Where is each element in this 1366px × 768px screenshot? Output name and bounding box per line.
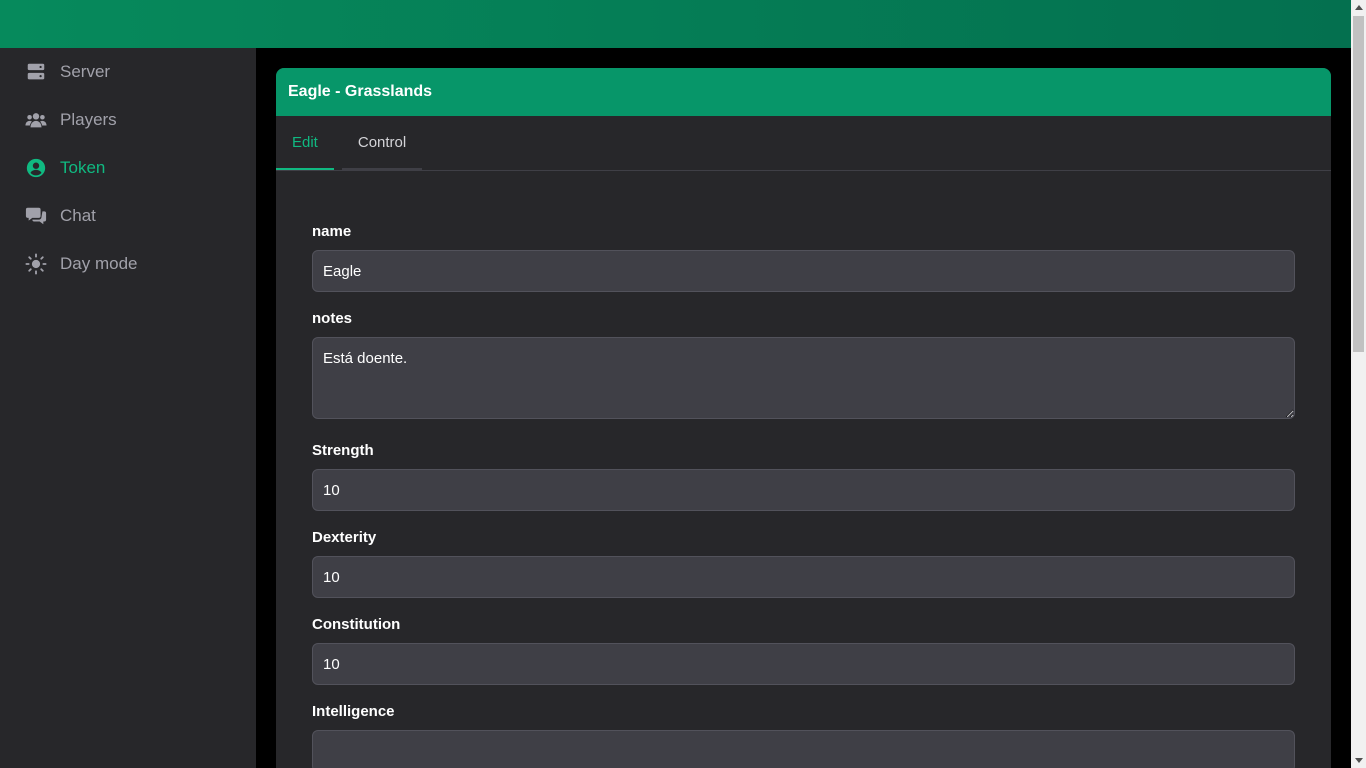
notes-textarea[interactable]: Está doente. <box>312 337 1295 419</box>
sidebar: Server Players Token Chat Day mode <box>0 48 256 768</box>
dexterity-label: Dexterity <box>312 529 377 546</box>
page-scrollbar[interactable] <box>1351 0 1366 768</box>
intelligence-input[interactable] <box>312 730 1295 768</box>
user-circle-icon <box>24 156 48 180</box>
field-notes: notes Está doente. <box>312 310 1295 424</box>
name-input[interactable] <box>312 250 1295 292</box>
notes-label: notes <box>312 310 353 327</box>
field-constitution: Constitution <box>312 616 1295 685</box>
sidebar-item-label: Token <box>60 158 106 177</box>
sidebar-item-label: Day mode <box>60 254 138 273</box>
dexterity-input[interactable] <box>312 556 1295 598</box>
sidebar-item-token[interactable]: Token <box>0 144 256 192</box>
sidebar-item-day-mode[interactable]: Day mode <box>0 240 256 288</box>
sidebar-item-chat[interactable]: Chat <box>0 192 256 240</box>
comments-icon <box>24 204 48 228</box>
token-form: name notes Está doente. Strength Dexteri… <box>276 171 1331 768</box>
sidebar-item-label: Players <box>60 110 117 129</box>
users-icon <box>24 108 48 132</box>
intelligence-label: Intelligence <box>312 703 395 720</box>
sun-icon <box>24 252 48 276</box>
top-bar <box>0 0 1351 48</box>
sidebar-item-label: Chat <box>60 206 96 225</box>
constitution-label: Constitution <box>312 616 401 633</box>
field-strength: Strength <box>312 442 1295 511</box>
sidebar-item-server[interactable]: Server <box>0 48 256 96</box>
scroll-thumb[interactable] <box>1353 16 1364 352</box>
tab-control[interactable]: Control <box>341 116 423 170</box>
field-dexterity: Dexterity <box>312 529 1295 598</box>
main-content: Eagle - Grasslands Edit Control name not… <box>256 48 1351 768</box>
server-icon <box>24 60 48 84</box>
scroll-down-arrow-icon[interactable] <box>1351 753 1366 768</box>
strength-label: Strength <box>312 442 374 459</box>
tab-bar: Edit Control <box>276 116 1331 171</box>
tab-edit[interactable]: Edit <box>276 116 334 170</box>
scroll-up-arrow-icon[interactable] <box>1351 0 1366 15</box>
card-title: Eagle - Grasslands <box>288 83 433 100</box>
field-intelligence: Intelligence <box>312 703 1295 768</box>
field-name: name <box>312 223 1295 292</box>
name-label: name <box>312 223 352 240</box>
token-card: Eagle - Grasslands Edit Control name not… <box>276 68 1331 768</box>
strength-input[interactable] <box>312 469 1295 511</box>
sidebar-item-players[interactable]: Players <box>0 96 256 144</box>
constitution-input[interactable] <box>312 643 1295 685</box>
card-header: Eagle - Grasslands <box>276 68 1331 116</box>
sidebar-item-label: Server <box>60 62 111 81</box>
